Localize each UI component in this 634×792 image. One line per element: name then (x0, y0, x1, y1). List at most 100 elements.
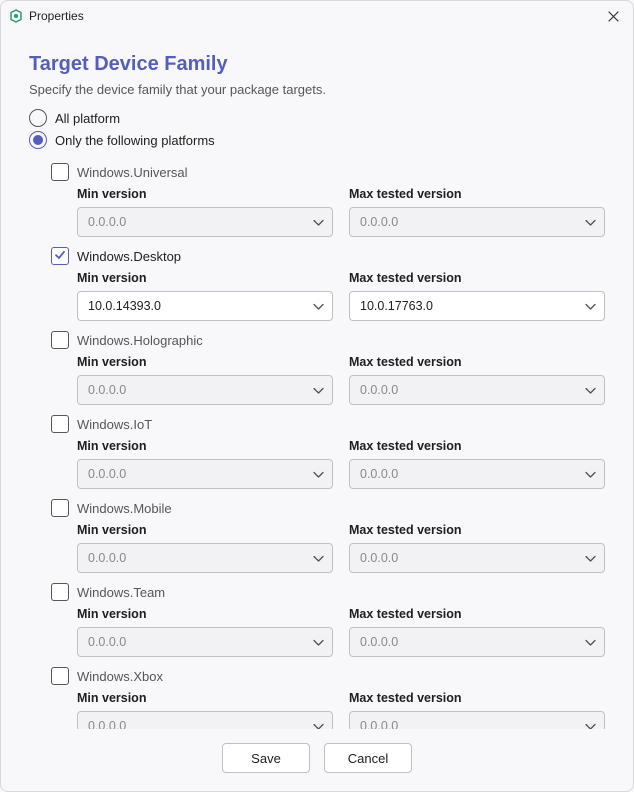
combo-value: 0.0.0.0 (88, 551, 126, 565)
min-version-col: Min version 0.0.0.0 (77, 605, 333, 657)
checkbox-holographic[interactable] (51, 331, 69, 349)
min-version-combo-xbox[interactable]: 0.0.0.0 (77, 711, 333, 729)
radio-only-following[interactable]: Only the following platforms (29, 131, 605, 149)
combo-value: 0.0.0.0 (88, 719, 126, 729)
chevron-down-icon (313, 635, 324, 650)
min-version-label: Min version (77, 187, 333, 201)
radio-icon (29, 131, 47, 149)
combo-value: 0.0.0.0 (88, 635, 126, 649)
combo-value: 0.0.0.0 (360, 551, 398, 565)
checkbox-iot[interactable] (51, 415, 69, 433)
chevron-down-icon (585, 467, 596, 482)
family-name-label: Windows.Mobile (77, 501, 172, 516)
min-version-label: Min version (77, 439, 333, 453)
min-version-combo-iot[interactable]: 0.0.0.0 (77, 459, 333, 489)
family-head: Windows.Desktop (51, 247, 605, 265)
family-name-label: Windows.Xbox (77, 669, 163, 684)
combo-value: 0.0.0.0 (88, 383, 126, 397)
min-version-col: Min version0.0.0.0 (77, 521, 333, 573)
family-mobile: Windows.Mobile Min version0.0.0.0Max test… (51, 499, 605, 573)
combo-value: 0.0.0.0 (360, 383, 398, 397)
checkbox-universal[interactable] (51, 163, 69, 181)
min-version-col: Min version 0.0.0.0 (77, 437, 333, 489)
max-version-col: Max tested version 0.0.0.0 (349, 605, 605, 657)
max-version-col: Max tested version 0.0.0.0 (349, 689, 605, 729)
family-iot: Windows.IoTMin version0.0.0.0Max tested … (51, 415, 605, 489)
family-head: Windows.Holographic (51, 331, 605, 349)
min-version-label: Min version (77, 355, 333, 369)
family-desktop: Windows.Desktop Min version 10.0.14393.0 Ma… (51, 247, 605, 321)
check-icon (54, 249, 66, 264)
family-name-label: Windows.Holographic (77, 333, 203, 348)
checkbox-mobile[interactable] (51, 499, 69, 517)
page-heading: Target Device Family (29, 53, 605, 76)
family-cols: Min version0.0.0.0Max tested version0.0.… (51, 185, 605, 237)
combo-value: 0.0.0.0 (360, 215, 398, 229)
save-button[interactable]: Save (222, 743, 310, 773)
radio-label: Only the following platforms (55, 133, 215, 148)
max-version-label: Max tested version (349, 607, 605, 621)
min-version-combo-universal[interactable]: 0.0.0.0 (77, 207, 333, 237)
family-head: Windows.IoT (51, 415, 605, 433)
max-version-combo-holographic[interactable]: 0.0.0.0 (349, 375, 605, 405)
combo-value: 10.0.17763.0 (360, 299, 433, 313)
max-version-label: Max tested version (349, 355, 605, 369)
chevron-down-icon (313, 467, 324, 482)
family-head: Windows.Team (51, 583, 605, 601)
close-button[interactable] (603, 6, 623, 26)
family-name-label: Windows.Universal (77, 165, 188, 180)
chevron-down-icon (585, 719, 596, 730)
chevron-down-icon (585, 215, 596, 230)
max-version-label: Max tested version (349, 691, 605, 705)
combo-value: 0.0.0.0 (360, 719, 398, 729)
chevron-down-icon (585, 299, 596, 314)
min-version-combo-desktop[interactable]: 10.0.14393.0 (77, 291, 333, 321)
family-cols: Min version 0.0.0.0 Max tested version 0.0.… (51, 605, 605, 657)
family-name-label: Windows.Team (77, 585, 165, 600)
family-cols: Min version0.0.0.0Max tested version0.0.… (51, 521, 605, 573)
family-team: Windows.TeamMin version0.0.0.0Max tested… (51, 583, 605, 657)
titlebar: Properties (1, 1, 633, 31)
radio-all-platform[interactable]: All platform (29, 109, 605, 127)
min-version-combo-holographic[interactable]: 0.0.0.0 (77, 375, 333, 405)
min-version-combo-team[interactable]: 0.0.0.0 (77, 627, 333, 657)
family-head: Windows.Mobile (51, 499, 605, 517)
max-version-combo-team[interactable]: 0.0.0.0 (349, 627, 605, 657)
radio-icon (29, 109, 47, 127)
chevron-down-icon (313, 299, 324, 314)
family-head: Windows.Universal (51, 163, 605, 181)
family-name-label: Windows.Desktop (77, 249, 181, 264)
cancel-button[interactable]: Cancel (324, 743, 412, 773)
family-cols: Min version0.0.0.0Max tested version0.0.… (51, 437, 605, 489)
combo-value: 0.0.0.0 (88, 215, 126, 229)
chevron-down-icon (313, 215, 324, 230)
min-version-label: Min version (77, 271, 333, 285)
max-version-col: Max tested version 0.0.0.0 (349, 353, 605, 405)
family-head: Windows.Xbox (51, 667, 605, 685)
max-version-col: Max tested version 10.0.17763.0 (349, 269, 605, 321)
radio-label: All platform (55, 111, 120, 126)
app-icon (9, 9, 23, 23)
family-name-label: Windows.IoT (77, 417, 152, 432)
family-cols: Min version0.0.0.0 Max tested version 0.0.… (51, 689, 605, 729)
checkbox-xbox[interactable] (51, 667, 69, 685)
min-version-col: Min version0.0.0.0 (77, 689, 333, 729)
min-version-label: Min version (77, 607, 333, 621)
max-version-combo-xbox[interactable]: 0.0.0.0 (349, 711, 605, 729)
combo-value: 0.0.0.0 (360, 467, 398, 481)
min-version-col: Min version 10.0.14393.0 (77, 269, 333, 321)
chevron-down-icon (585, 551, 596, 566)
combo-value: 10.0.14393.0 (88, 299, 161, 313)
max-version-combo-universal[interactable]: 0.0.0.0 (349, 207, 605, 237)
window-title: Properties (29, 9, 84, 23)
combo-value: 0.0.0.0 (360, 635, 398, 649)
max-version-combo-mobile[interactable]: 0.0.0.0 (349, 543, 605, 573)
combo-value: 0.0.0.0 (88, 467, 126, 481)
max-version-combo-iot[interactable]: 0.0.0.0 (349, 459, 605, 489)
chevron-down-icon (313, 383, 324, 398)
max-version-combo-desktop[interactable]: 10.0.17763.0 (349, 291, 605, 321)
min-version-combo-mobile[interactable]: 0.0.0.0 (77, 543, 333, 573)
max-version-label: Max tested version (349, 271, 605, 285)
checkbox-team[interactable] (51, 583, 69, 601)
checkbox-desktop[interactable] (51, 247, 69, 265)
